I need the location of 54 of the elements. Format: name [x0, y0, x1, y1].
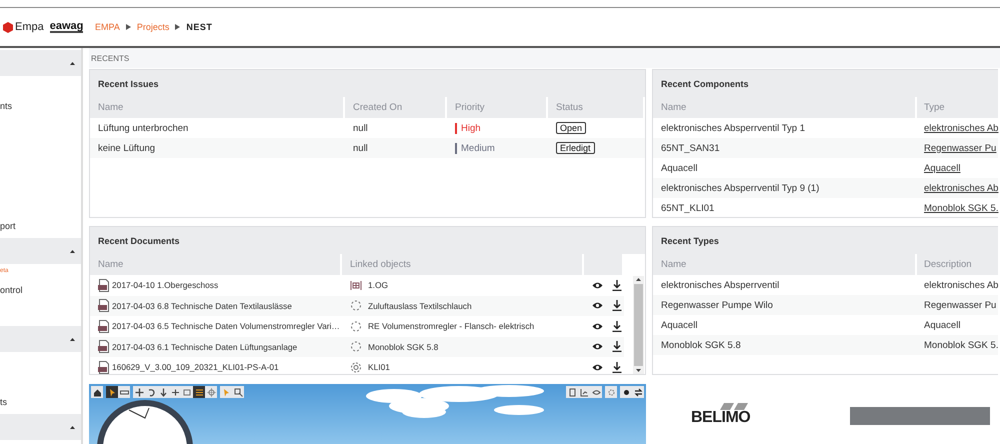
column-header: Name — [653, 254, 917, 275]
sidebar-item[interactable]: ts — [0, 396, 81, 408]
panel-title: Recent Components — [653, 70, 998, 97]
status-badge: Erledigt — [556, 142, 595, 154]
table-cell-text: Lüftung unterbrochen — [97, 122, 190, 136]
breadcrumb-link[interactable]: NEST — [186, 22, 212, 32]
column-header: Type — [917, 97, 998, 118]
table-cell: elektronisches Absperrventil Typ 9 (1) — [653, 178, 917, 198]
table-cell: null — [345, 138, 447, 158]
linked-object[interactable]: 1.OG — [368, 280, 388, 290]
priority-label: High — [461, 122, 481, 134]
column-header: Status — [548, 97, 645, 118]
table-cell: keine Lüftung — [90, 138, 345, 158]
table-cell-text: null — [352, 122, 369, 136]
panel-title: Recent Issues — [90, 70, 645, 97]
table-cell: 65NT_SAN31 — [653, 138, 917, 158]
table-cell: Monoblok SGK 5. — [917, 335, 998, 355]
column-header: Description — [917, 254, 998, 275]
table-cell-text: elektronisches Absperrventil Typ 1 — [660, 122, 806, 136]
type-link[interactable]: elektronisches Ab — [924, 122, 998, 134]
table-cell-text: Aquacell — [660, 318, 698, 332]
table-cell: Regenwasser Pumpe Wilo — [653, 295, 917, 315]
column-header: Name — [90, 97, 345, 118]
column-header: Name — [90, 254, 342, 275]
sidebar-item[interactable]: nts — [0, 100, 81, 112]
status-badge: Open — [556, 122, 586, 134]
panel-title: Recent Types — [653, 227, 998, 254]
section-title: RECENTS — [91, 54, 130, 62]
logo-text: BELIMO — [691, 410, 750, 426]
column-header: Created On — [345, 97, 447, 118]
document-link[interactable]: 160629_V_3.00_109_20321_KLI01-PS-A-01 — [112, 362, 279, 372]
table-cell-text: Aquacell — [660, 162, 698, 176]
type-link[interactable]: Aquacell — [924, 162, 960, 174]
column-header: Name — [653, 97, 917, 118]
table-cell-text: elektronisches Absperrventil — [660, 278, 780, 292]
priority-label: Medium — [461, 142, 495, 154]
logo-text: Empa — [15, 21, 44, 33]
table-cell-text: elektronisches Ab — [923, 278, 998, 292]
table-cell: Monoblok SGK 5.8 — [653, 335, 917, 355]
logo-text: eawag — [50, 21, 84, 33]
document-link[interactable]: 2017-04-03 6.5 Technische Daten Volumenstromregler Vari… — [112, 321, 340, 332]
table-cell-text: Aquacell — [923, 318, 962, 332]
linked-object[interactable]: KLI01 — [368, 362, 390, 372]
linked-object[interactable]: RE Volumenstromregler - Flansch- elektrisch — [368, 321, 534, 332]
column-header: Linked objects — [342, 254, 584, 275]
document-link[interactable]: 2017-04-10 1.Obergeschoss — [112, 280, 218, 290]
linked-object[interactable]: Monoblok SGK 5.8 — [368, 342, 438, 352]
sidebar-item[interactable]: ontrol — [0, 284, 81, 296]
type-link[interactable]: Monoblok SGK 5. — [924, 202, 998, 214]
table-cell: Regenwasser Pu — [917, 295, 998, 315]
column-header: Priority — [447, 97, 548, 118]
sidebar-item[interactable]: port — [0, 220, 81, 232]
table-cell-text: 65NT_KLI01 — [660, 202, 716, 216]
panel-title: Recent Documents — [90, 227, 645, 254]
